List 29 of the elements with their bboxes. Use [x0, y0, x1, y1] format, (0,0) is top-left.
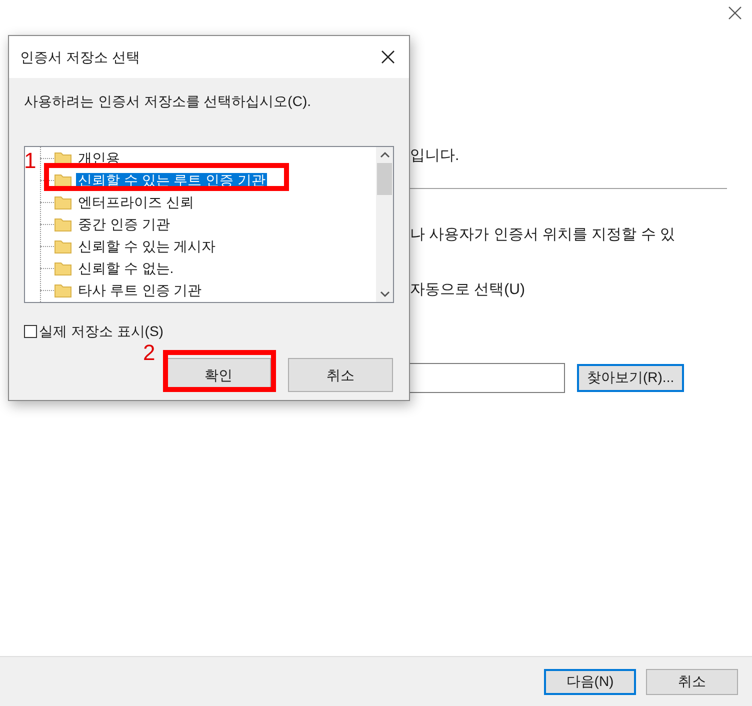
folder-icon [54, 150, 72, 166]
folder-icon [54, 238, 72, 254]
description-text: 입니다. [410, 146, 460, 166]
scrollbar[interactable] [376, 147, 393, 302]
tree-item[interactable]: 신뢰할 수 있는 게시자 [76, 238, 218, 254]
dialog-button[interactable]: 취소 [288, 358, 393, 392]
browse-button[interactable]: 찾아보기(R)... [577, 364, 684, 392]
dialog-title: 인증서 저장소 선택 [20, 48, 140, 66]
instruction-text: 사용하려는 인증서 저장소를 선택하십시오(C). [24, 92, 312, 111]
tree-item[interactable]: 타사 루트 인증 기관 [76, 282, 204, 298]
checkbox[interactable] [24, 325, 37, 338]
close-icon[interactable] [728, 6, 742, 20]
folder-icon [54, 172, 72, 188]
folder-icon [54, 260, 72, 276]
tree-item[interactable]: 중간 인증 기관 [76, 216, 172, 232]
wizard-button[interactable]: 다음(N) [544, 668, 636, 694]
folder-icon [54, 194, 72, 210]
radio-label[interactable]: 자동으로 선택(U) [410, 279, 727, 302]
wizard-button[interactable]: 취소 [646, 668, 738, 694]
folder-icon [54, 216, 72, 232]
step-number: 2 [143, 342, 156, 364]
close-icon[interactable] [381, 50, 395, 64]
checkbox-label[interactable]: 실제 저장소 표시(S) [39, 321, 164, 342]
description-text: 나 사용자가 인증서 위치를 지정할 수 있 [410, 224, 676, 244]
tree-item[interactable]: 신뢰할 수 없는. [76, 260, 176, 276]
step-number: 1 [24, 150, 36, 172]
scroll-thumb[interactable] [377, 163, 392, 195]
tree-item[interactable]: 엔터프라이즈 신뢰 [76, 194, 196, 210]
folder-icon [54, 282, 72, 298]
